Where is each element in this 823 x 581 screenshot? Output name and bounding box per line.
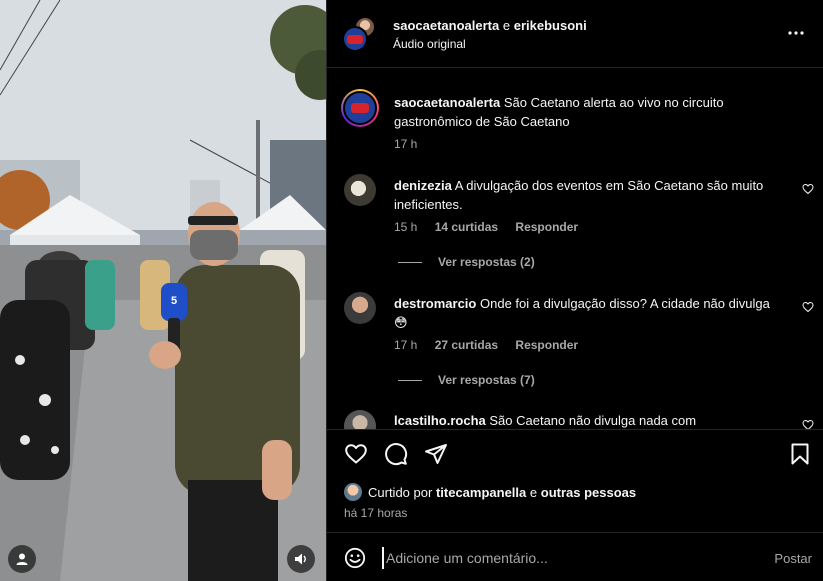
share-icon: [425, 444, 447, 464]
bookmark-icon: [791, 443, 809, 465]
comment-button[interactable]: [384, 442, 408, 466]
liker-avatar: [344, 483, 362, 501]
liked-by: Curtido por titecampanella e outras pess…: [344, 483, 636, 501]
heart-icon: [345, 444, 367, 464]
audio-toggle-button[interactable]: [287, 545, 315, 573]
mic-flag-label: 5: [171, 295, 177, 307]
comment-reply-button[interactable]: Responder: [515, 338, 578, 352]
comment-time: 17 h: [394, 338, 418, 352]
video-frame: 5: [0, 0, 326, 581]
header-conjunction: e: [502, 18, 511, 33]
post-comment-button[interactable]: Postar: [774, 551, 812, 566]
caption-text: saocaetanoalerta São Caetano alerta ao v…: [394, 93, 774, 131]
comment-avatar-denizezia[interactable]: [344, 174, 376, 206]
replies-divider: [398, 261, 422, 263]
save-button[interactable]: [788, 442, 812, 466]
comment-like-heart-icon[interactable]: [802, 301, 814, 313]
post-header: saocaetanoalerta e erikebusoni Áudio ori…: [327, 0, 823, 68]
comment-likes[interactable]: 14 curtidas: [435, 220, 498, 234]
collab-avatars[interactable]: [342, 16, 378, 52]
comment-text: destromarcio Onde foi a divulgação disso…: [394, 294, 774, 332]
caption-username[interactable]: saocaetanoalerta: [394, 95, 500, 110]
comment-like-heart-icon[interactable]: [802, 419, 814, 429]
comment-body: São Caetano não divulga nada com: [489, 413, 697, 428]
comment-meta: 17 h 27 curtidas Responder: [394, 338, 592, 352]
brand-logo-icon: [347, 34, 363, 44]
post-timestamp[interactable]: há 17 horas: [344, 506, 407, 520]
emoji-icon[interactable]: [344, 547, 366, 569]
comment-username[interactable]: lcastilho.rocha: [394, 413, 486, 428]
like-button[interactable]: [344, 442, 368, 466]
avatar-saocaetanoalerta: [342, 26, 368, 52]
caption-time: 17 h: [394, 137, 418, 151]
user-tag-button[interactable]: [8, 545, 36, 573]
liked-by-user-link[interactable]: titecampanella: [436, 485, 526, 500]
view-replies-button[interactable]: Ver respostas (2): [398, 255, 535, 269]
comment-text: lcastilho.rocha São Caetano não divulga …: [394, 411, 774, 429]
share-button[interactable]: [424, 442, 448, 466]
caption-meta: 17 h: [394, 137, 431, 151]
comment-avatar-destromarcio[interactable]: [344, 292, 376, 324]
header-usernames: saocaetanoalerta e erikebusoni: [393, 18, 587, 33]
liked-by-joiner: e: [529, 484, 538, 500]
more-icon: [788, 31, 804, 35]
view-replies-label: Ver respostas (2): [438, 255, 535, 269]
audio-icon: [295, 553, 306, 565]
comment-like-heart-icon[interactable]: [802, 183, 814, 195]
video-panel[interactable]: 5: [0, 0, 326, 581]
comment-avatar-lcastilho[interactable]: [344, 410, 376, 429]
replies-divider: [398, 379, 422, 381]
view-replies-label: Ver respostas (7): [438, 373, 535, 387]
more-options-button[interactable]: [784, 24, 808, 42]
view-replies-button[interactable]: Ver respostas (7): [398, 373, 535, 387]
comment-icon: [385, 443, 408, 466]
comment-text: denizezia A divulgação dos eventos em Sã…: [394, 176, 774, 214]
post-side-panel: saocaetanoalerta e erikebusoni Áudio ori…: [326, 0, 823, 581]
liked-by-prefix: Curtido por: [368, 484, 433, 500]
comment-username[interactable]: denizezia: [394, 178, 452, 193]
comments-list[interactable]: saocaetanoalerta São Caetano alerta ao v…: [327, 69, 823, 429]
comment-likes[interactable]: 27 curtidas: [435, 338, 498, 352]
comment-composer: Postar: [327, 532, 823, 581]
comment-reply-button[interactable]: Responder: [515, 220, 578, 234]
brand-logo-icon: [351, 103, 369, 113]
liked-by-others-link[interactable]: outras pessoas: [541, 485, 636, 500]
original-audio-link[interactable]: Áudio original: [393, 37, 466, 51]
comment-username[interactable]: destromarcio: [394, 296, 476, 311]
header-user1-link[interactable]: saocaetanoalerta: [393, 18, 499, 33]
user-tag-icon: [16, 553, 28, 565]
comment-meta: 15 h 14 curtidas Responder: [394, 220, 592, 234]
post-actions: Curtido por titecampanella e outras pess…: [327, 429, 823, 532]
header-user2-link[interactable]: erikebusoni: [514, 18, 587, 33]
comment-time: 15 h: [394, 220, 418, 234]
comment-input[interactable]: [382, 547, 752, 569]
caption-avatar[interactable]: [341, 89, 379, 127]
